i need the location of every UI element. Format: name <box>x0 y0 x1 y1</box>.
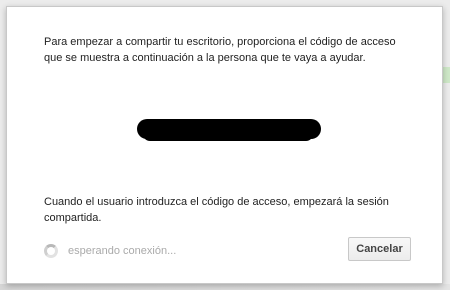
background-page-fragment <box>442 67 450 83</box>
session-info-message: Cuando el usuario introduzca el código d… <box>44 196 389 224</box>
cancel-button[interactable]: Cancelar <box>348 237 411 261</box>
dialog-footer: esperando conexión... Cancelar <box>7 235 442 267</box>
remote-assistance-dialog: Para empezar a compartir tu escritorio, … <box>6 6 443 284</box>
spinner-icon <box>44 244 58 258</box>
background-page-fragment <box>0 284 450 290</box>
access-code-redaction <box>143 127 313 141</box>
access-code <box>137 119 321 145</box>
intro-message: Para empezar a compartir tu escritorio, … <box>44 36 396 64</box>
connection-status: esperando conexión... <box>68 245 177 257</box>
